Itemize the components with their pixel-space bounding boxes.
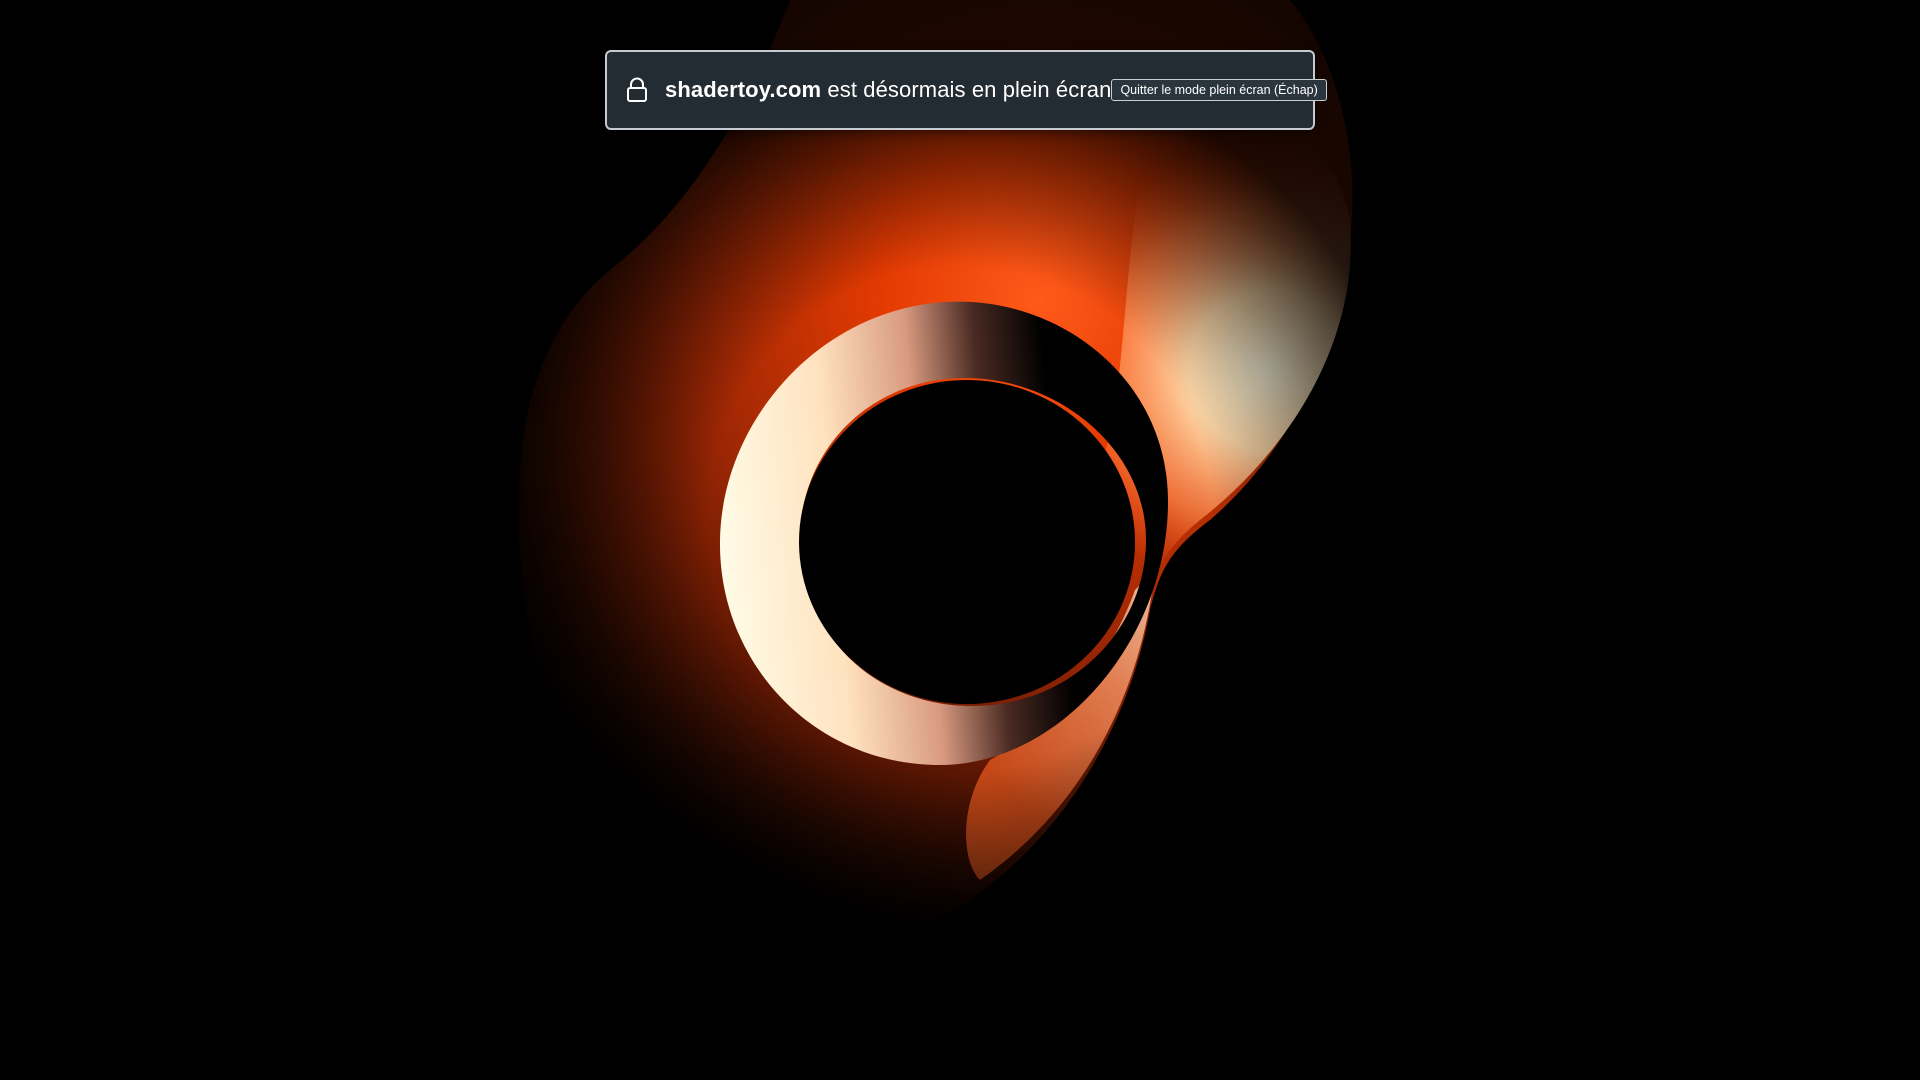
exit-fullscreen-button[interactable]: Quitter le mode plein écran (Échap) [1111,79,1327,101]
fullscreen-notification: shadertoy.com est désormais en plein écr… [605,50,1327,130]
fullscreen-message-text: est désormais en plein écran [821,77,1112,102]
shader-canvas [0,0,1920,1080]
fullscreen-message: shadertoy.com est désormais en plein écr… [665,77,1111,103]
lock-icon [624,75,650,105]
fullscreen-domain: shadertoy.com [665,77,822,102]
shader-render [0,0,1920,1080]
shader-ring-hole [799,380,1135,704]
